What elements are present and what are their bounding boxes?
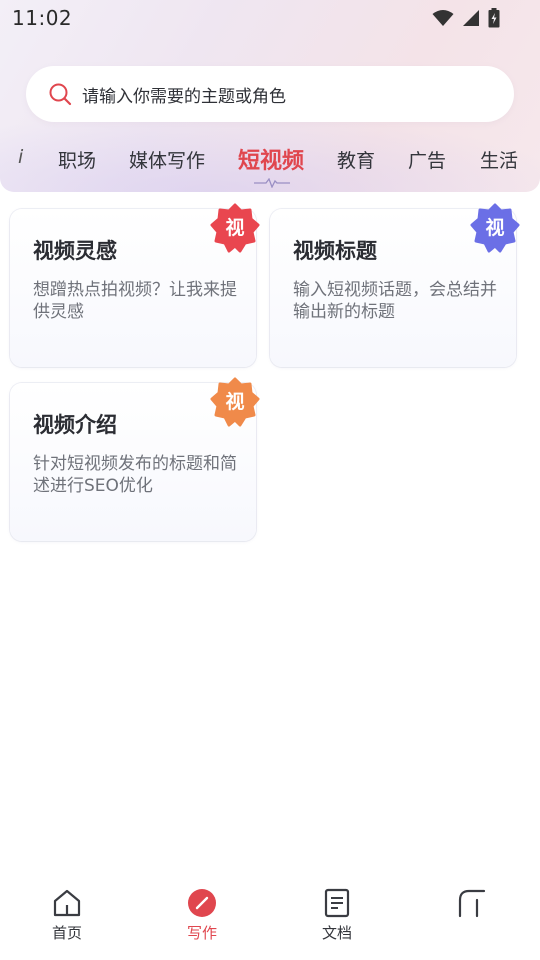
category-tabs: i 职场 媒体写作 短视频 教育 广告 生活 bbox=[0, 140, 540, 188]
home-icon bbox=[53, 889, 81, 917]
tab-previous[interactable]: i bbox=[18, 146, 23, 168]
nav-label: 首页 bbox=[51, 924, 82, 942]
search-icon bbox=[49, 83, 72, 106]
badge-label: 视 bbox=[225, 391, 245, 413]
card-video-introduction[interactable]: 视频介绍 针对短视频发布的标题和简述进行SEO优化 视 bbox=[10, 377, 260, 541]
badge-label: 视 bbox=[225, 217, 245, 239]
wifi-icon bbox=[432, 9, 454, 27]
video-badge-icon: 视 bbox=[210, 377, 260, 427]
status-bar: 11:02 bbox=[0, 0, 540, 36]
signal-icon bbox=[462, 9, 480, 27]
card-description: 针对短视频发布的标题和简述进行SEO优化 bbox=[33, 454, 237, 496]
card-video-inspiration[interactable]: 视频灵感 想蹭热点拍视频？让我来提供灵感 视 bbox=[10, 203, 260, 367]
card-description: 输入短视频话题，会总结并输出新的标题 bbox=[293, 280, 497, 322]
card-description: 想蹭热点拍视频？让我来提供灵感 bbox=[33, 280, 237, 322]
search-placeholder: 请输入你需要的主题或角色 bbox=[82, 86, 286, 107]
tab-education[interactable]: 教育 bbox=[337, 146, 375, 173]
card-title: 视频标题 bbox=[293, 239, 377, 263]
tab-workplace[interactable]: 职场 bbox=[58, 146, 96, 173]
tab-media-writing[interactable]: 媒体写作 bbox=[129, 146, 205, 173]
pen-icon bbox=[188, 889, 216, 917]
tab-short-video[interactable]: 短视频 bbox=[238, 143, 304, 175]
video-badge-icon: 视 bbox=[210, 203, 260, 253]
nav-documents[interactable]: 文档 bbox=[297, 888, 377, 943]
tab-advertising[interactable]: 广告 bbox=[408, 146, 446, 173]
badge-label: 视 bbox=[485, 217, 505, 239]
nav-label: 文档 bbox=[321, 924, 352, 942]
card-title: 视频介绍 bbox=[33, 413, 117, 437]
search-input[interactable]: 请输入你需要的主题或角色 bbox=[26, 66, 514, 122]
video-badge-icon: 视 bbox=[470, 203, 520, 253]
card-title: 视频灵感 bbox=[33, 239, 117, 263]
nav-write[interactable]: 写作 bbox=[162, 888, 242, 943]
status-time: 11:02 bbox=[12, 6, 73, 30]
nav-label: 写作 bbox=[186, 924, 217, 942]
active-tab-indicator bbox=[254, 178, 290, 188]
battery-charging-icon bbox=[488, 8, 500, 28]
bottom-navigation: 首页 写作 文档 bbox=[0, 880, 540, 960]
document-icon bbox=[324, 888, 350, 918]
nav-home[interactable]: 首页 bbox=[27, 888, 107, 943]
profile-icon bbox=[458, 889, 486, 918]
nav-profile[interactable] bbox=[432, 888, 512, 922]
tab-life[interactable]: 生活 bbox=[480, 146, 518, 173]
status-icons bbox=[432, 8, 500, 28]
card-video-title[interactable]: 视频标题 输入短视频话题，会总结并输出新的标题 视 bbox=[270, 203, 520, 367]
